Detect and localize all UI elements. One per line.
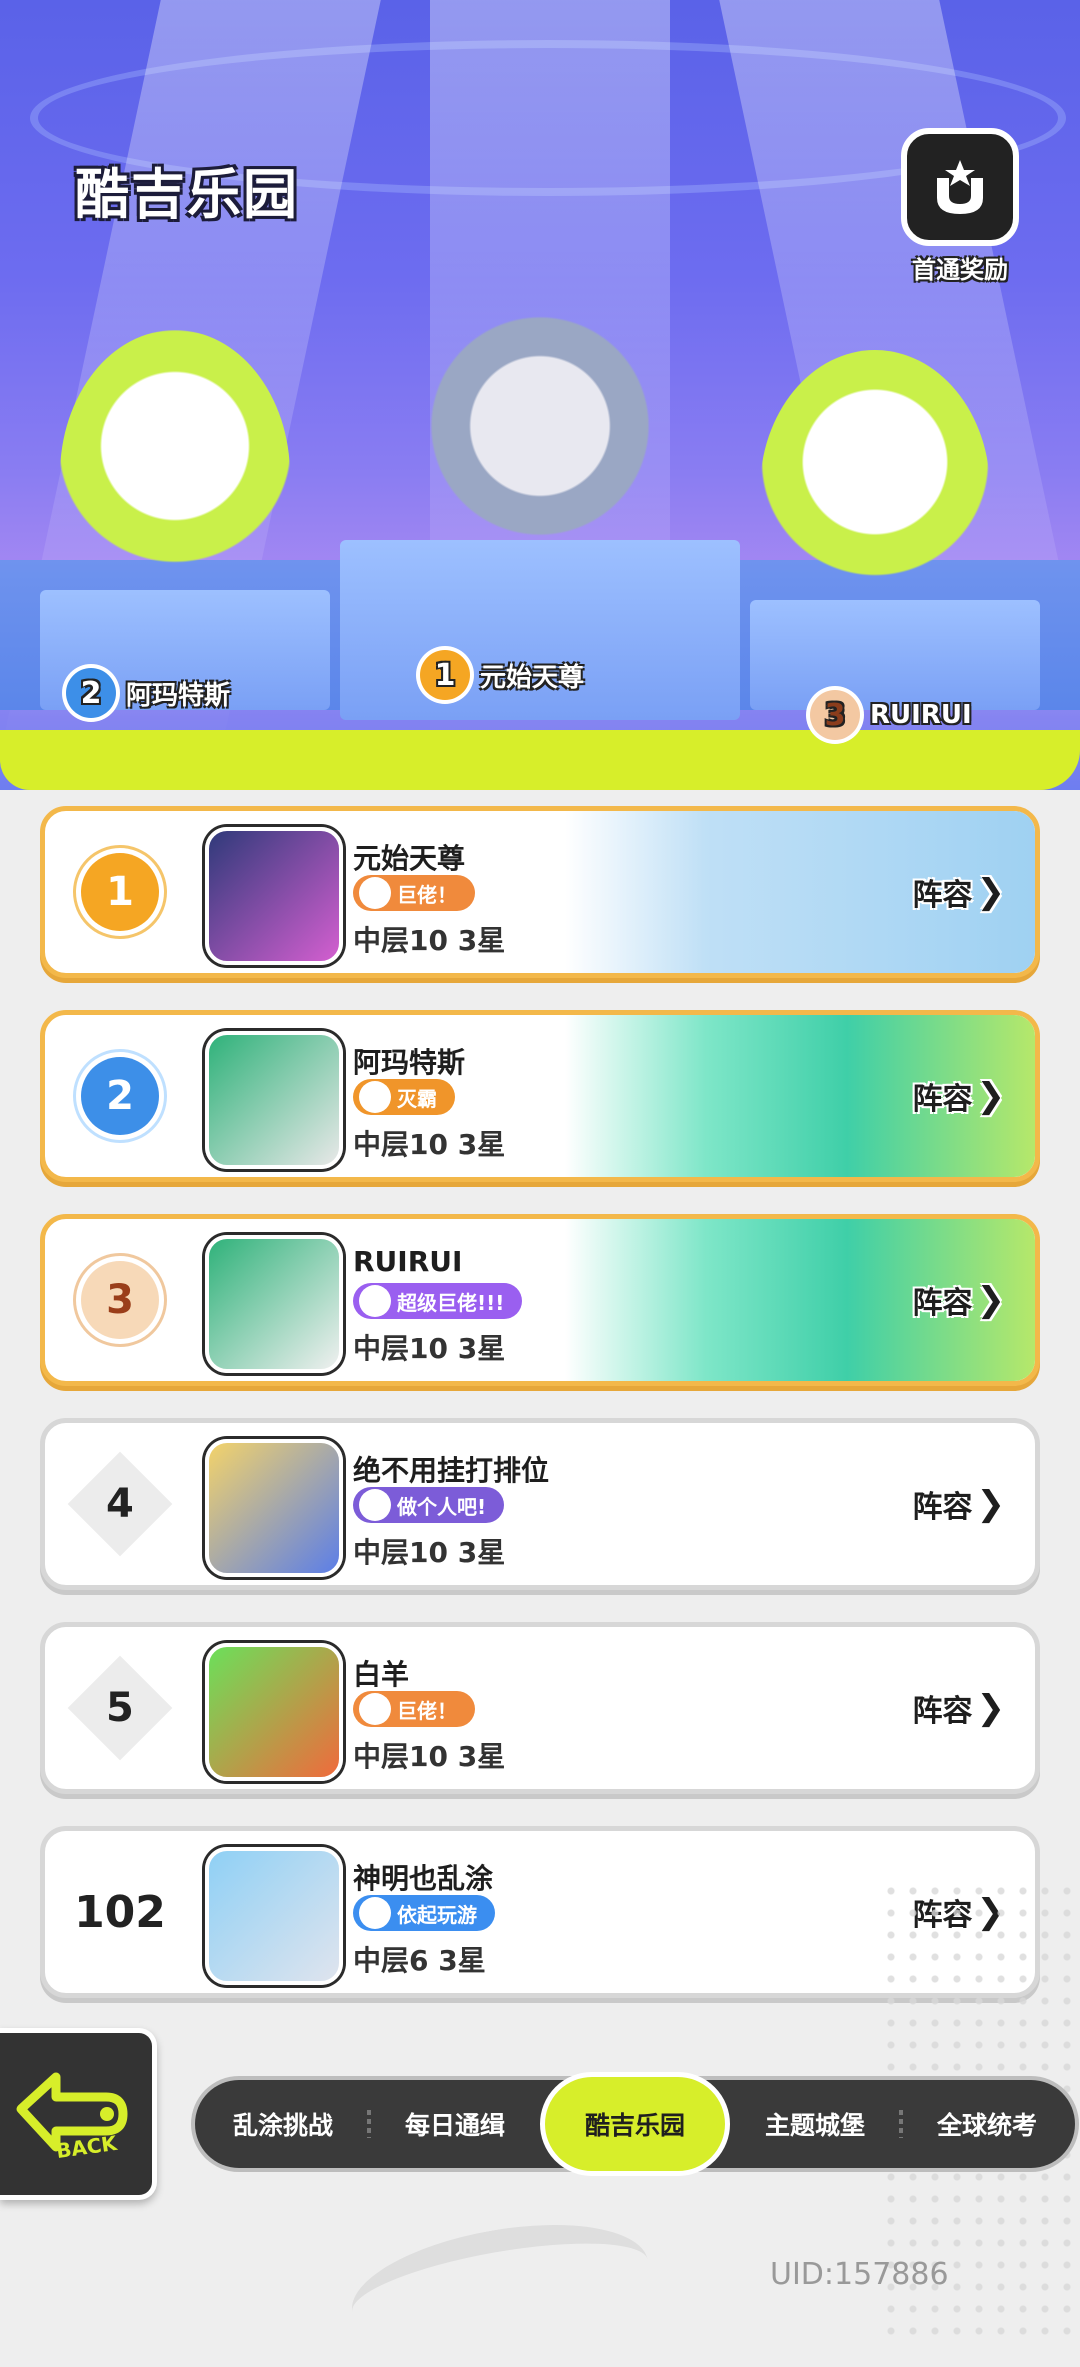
lineup-label: 阵容 [912,1694,973,1729]
player-title-badge: 巨佬！ [353,875,475,911]
podium-name-2: 阿玛特斯 [126,680,231,711]
player-score: 中层10 3星 [353,1332,506,1365]
rank-2-badge-icon: 2 [66,668,116,718]
check-icon [359,1897,391,1929]
podium-character-3[interactable] [760,350,990,630]
rank-2-medal-icon: 2 [81,1057,159,1135]
ranking-row-2[interactable]: 2 阿玛特斯 灭霸 中层10 3星 阵容 ❯ [40,1010,1040,1182]
tab-global-exam[interactable]: 全球统考 [907,2080,1067,2168]
player-score: 中层10 3星 [353,924,506,957]
rank-number: 102 [74,1886,166,1938]
lineup-button[interactable]: 阵容❯ [913,811,1006,973]
player-name: 绝不用挂打排位 [353,1454,550,1487]
player-avatar[interactable] [205,1643,343,1781]
first-clear-reward-button[interactable]: 首通奖励 [895,128,1025,285]
page-title: 酷吉乐园 [75,163,299,226]
lineup-button[interactable]: 阵容❯ [913,1423,1006,1585]
chevron-right-icon: ❯ [976,1076,1006,1116]
player-score: 中层10 3星 [353,1128,506,1161]
lineup-button[interactable]: 阵容❯ [913,1627,1006,1789]
player-score: 中层6 3星 [353,1944,486,1977]
player-title-badge: 做个人吧! [353,1487,505,1523]
rank-indicator: 102 [45,1831,195,1993]
podium-label-3: 3 RUIRUI [810,690,972,740]
lineup-button[interactable]: 阵容❯ [913,1015,1006,1177]
player-name: 元始天尊 [353,842,466,875]
player-title-badge: 超级巨佬!!! [353,1283,523,1319]
podium-label-1: 1 元始天尊 [420,650,584,700]
tab-theme-castle[interactable]: 主题城堡 [735,2080,895,2168]
podium-character-2[interactable] [60,330,290,620]
player-title-badge: 巨佬！ [353,1691,475,1727]
player-title-text: 巨佬！ [397,1698,457,1723]
ranking-header-banner: 酷吉乐园 首通奖励 2 阿玛特斯 1 元始天尊 3 RUIRUI [0,0,1080,790]
rank-indicator: 4 [45,1423,195,1585]
player-title-text: 做个人吧! [397,1494,487,1519]
tab-separator [367,2110,371,2138]
tab-daily-wanted[interactable]: 每日通缉 [375,2080,535,2168]
podium-name-3: RUIRUI [870,700,972,730]
rank-number: 4 [106,1481,134,1527]
rank-1-medal-icon: 1 [81,853,159,931]
bone-icon [359,1081,391,1113]
ranking-row-3[interactable]: 3 RUIRUI 超级巨佬!!! 中层10 3星 阵容 ❯ [40,1214,1040,1386]
ranking-row-5[interactable]: 5 白羊 巨佬！ 中层10 3星 阵容 ❯ [40,1622,1040,1794]
player-title-text: 依起玩游 [397,1902,477,1927]
thumbs-up-icon [359,877,391,909]
lineup-label: 阵容 [912,1490,973,1525]
mode-tab-bar: 乱涂挑战 每日通缉 酷吉乐园 主题城堡 全球统考 [195,2072,1075,2176]
ranking-row-1[interactable]: 1 元始天尊 巨佬！ 中层10 3星 阵容 ❯ [40,806,1040,978]
player-score: 中层10 3星 [353,1536,506,1569]
player-title-text: 超级巨佬!!! [397,1290,505,1315]
rank-1-badge-icon: 1 [420,650,470,700]
player-avatar[interactable] [205,1031,343,1169]
rank-diamond-icon: 5 [67,1655,173,1761]
player-name: RUIRUI [353,1245,463,1278]
player-name: 神明也乱涂 [353,1862,494,1895]
back-button[interactable]: BACK [0,2028,157,2200]
player-name: 白羊 [353,1658,410,1691]
user-id-label: UID:157886 [770,2257,949,2292]
ranking-row-4[interactable]: 4 绝不用挂打排位 做个人吧! 中层10 3星 阵容 ❯ [40,1418,1040,1590]
lineup-label: 阵容 [912,1082,973,1117]
player-title-badge: 依起玩游 [353,1895,495,1931]
podium-label-2: 2 阿玛特斯 [66,668,230,718]
reward-label: 首通奖励 [912,256,1008,284]
rank-diamond-icon: 4 [67,1451,173,1557]
chevron-right-icon: ❯ [976,1688,1006,1728]
player-avatar[interactable] [205,827,343,965]
reward-icon [901,128,1019,246]
rank-indicator: 5 [45,1627,195,1789]
chevron-right-icon: ❯ [976,1484,1006,1524]
player-title-text: 巨佬！ [397,882,457,907]
thumbs-up-icon [359,1285,391,1317]
lineup-button[interactable]: 阵容❯ [913,1219,1006,1381]
player-avatar[interactable] [205,1235,343,1373]
tab-doodle-challenge[interactable]: 乱涂挑战 [203,2080,363,2168]
rank-indicator: 3 [45,1219,195,1381]
player-avatar[interactable] [205,1847,343,1985]
tab-separator [899,2110,903,2138]
tab-kuji-park[interactable]: 酷吉乐园 [540,2072,730,2176]
player-avatar[interactable] [205,1439,343,1577]
podium-name-1: 元始天尊 [480,662,585,693]
thumbs-up-icon [359,1693,391,1725]
rank-3-badge-icon: 3 [810,690,860,740]
rank-number: 5 [106,1685,134,1731]
rank-3-medal-icon: 3 [81,1261,159,1339]
player-title-text: 灭霸 [397,1086,437,1111]
lineup-label: 阵容 [912,878,973,913]
player-name: 阿玛特斯 [353,1046,466,1079]
chevron-right-icon: ❯ [976,1280,1006,1320]
cat-icon [359,1489,391,1521]
rank-indicator: 2 [45,1015,195,1177]
player-title-badge: 灭霸 [353,1079,455,1115]
chevron-right-icon: ❯ [976,872,1006,912]
background-squiggle [342,2204,658,2367]
podium-character-1[interactable] [390,300,690,580]
rank-indicator: 1 [45,811,195,973]
lineup-label: 阵容 [912,1286,973,1321]
player-score: 中层10 3星 [353,1740,506,1773]
